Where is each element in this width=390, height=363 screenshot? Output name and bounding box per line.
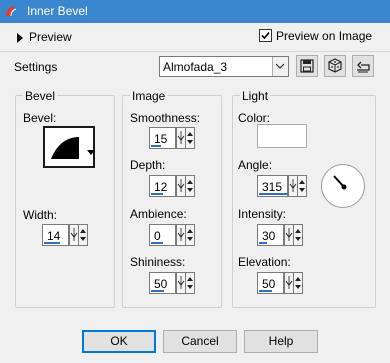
- reset-icon: [357, 61, 370, 73]
- settings-value: Almofada_3: [163, 60, 228, 74]
- slider-icon: [289, 179, 297, 192]
- reset-button[interactable]: [352, 55, 374, 77]
- up-down-arrows-icon: [187, 132, 193, 144]
- shininess-field[interactable]: 50: [149, 272, 176, 294]
- angle-spinner[interactable]: 315: [257, 175, 317, 197]
- width-stepper[interactable]: [78, 224, 88, 246]
- save-icon: [300, 59, 314, 73]
- settings-combo[interactable]: Almofada_3: [159, 56, 289, 77]
- up-down-arrows-icon: [187, 277, 193, 289]
- up-down-arrows-icon: [187, 229, 193, 241]
- ambience-label: Ambience:: [130, 207, 187, 221]
- elevation-spinner[interactable]: 50: [257, 272, 313, 294]
- ok-button[interactable]: OK: [82, 330, 156, 353]
- intensity-stepper[interactable]: [293, 224, 303, 246]
- bevel-label: Bevel:: [23, 111, 57, 125]
- up-down-arrows-icon: [295, 277, 301, 289]
- elevation-label: Elevation:: [238, 255, 291, 269]
- ambience-stepper[interactable]: [185, 224, 195, 246]
- up-down-arrows-icon: [187, 180, 193, 192]
- bevel-dropdown-arrow-icon[interactable]: [87, 145, 95, 159]
- help-button[interactable]: Help: [244, 330, 318, 353]
- slider-icon: [285, 276, 293, 289]
- angle-label: Angle:: [238, 158, 273, 172]
- intensity-spinner[interactable]: 30: [257, 224, 313, 246]
- ambience-spinner[interactable]: 0: [149, 224, 205, 246]
- settings-label: Settings: [14, 60, 58, 74]
- depth-stepper[interactable]: [185, 175, 195, 197]
- smoothness-spinner[interactable]: 15: [149, 127, 205, 149]
- dice-icon: [328, 58, 342, 73]
- depth-value: 12: [154, 180, 168, 194]
- slider-icon: [177, 179, 185, 192]
- bevel-shape-icon: [51, 137, 79, 159]
- angle-field[interactable]: 315: [257, 175, 288, 197]
- angle-stepper[interactable]: [297, 175, 307, 197]
- light-color-swatch[interactable]: [257, 124, 307, 148]
- divider: [0, 51, 390, 52]
- slider-icon: [70, 228, 78, 241]
- shininess-value: 50: [154, 277, 168, 291]
- smoothness-label: Smoothness:: [130, 111, 201, 125]
- preview-label: Preview: [29, 30, 72, 44]
- depth-label: Depth:: [130, 158, 166, 172]
- bevel-group-title: Bevel: [23, 89, 58, 103]
- color-label: Color:: [238, 111, 271, 125]
- checkmark-icon: [261, 31, 270, 40]
- smoothness-field[interactable]: 15: [149, 127, 176, 149]
- shininess-stepper[interactable]: [185, 272, 195, 294]
- image-group-title: Image: [130, 89, 168, 103]
- angle-value: 315: [262, 180, 283, 194]
- intensity-value: 30: [262, 229, 276, 243]
- width-field[interactable]: 14: [42, 224, 69, 246]
- elevation-stepper[interactable]: [293, 272, 303, 294]
- depth-spinner[interactable]: 12: [149, 175, 205, 197]
- up-down-arrows-icon: [295, 229, 301, 241]
- preview-on-image-label[interactable]: Preview on Image: [276, 29, 372, 43]
- ambience-field[interactable]: 0: [149, 224, 176, 246]
- width-label: Width:: [23, 208, 58, 222]
- width-value: 14: [47, 229, 61, 243]
- slider-icon: [177, 131, 185, 144]
- intensity-label: Intensity:: [238, 207, 287, 221]
- window-title: Inner Bevel: [27, 4, 88, 18]
- shininess-spinner[interactable]: 50: [149, 272, 205, 294]
- light-group-title: Light: [240, 89, 271, 103]
- cancel-button[interactable]: Cancel: [163, 330, 237, 353]
- chevron-down-icon[interactable]: [272, 57, 288, 76]
- smoothness-stepper[interactable]: [185, 127, 195, 149]
- smoothness-value: 15: [154, 132, 168, 146]
- save-preset-button[interactable]: [296, 55, 318, 77]
- width-spinner[interactable]: 14: [42, 224, 98, 246]
- shininess-label: Shininess:: [130, 255, 186, 269]
- app-icon: [4, 4, 18, 21]
- random-preset-button[interactable]: [324, 55, 346, 77]
- preview-on-image-checkbox[interactable]: [259, 29, 272, 42]
- up-down-arrows-icon: [80, 229, 86, 241]
- intensity-field[interactable]: 30: [257, 224, 284, 246]
- slider-icon: [177, 228, 185, 241]
- up-down-arrows-icon: [299, 180, 305, 192]
- elevation-value: 50: [262, 277, 276, 291]
- angle-needle-icon: [333, 175, 347, 190]
- slider-icon: [285, 228, 293, 241]
- expand-arrow-icon: [16, 32, 24, 46]
- preview-expander[interactable]: Preview: [14, 30, 84, 46]
- title-bar: Inner Bevel: [0, 0, 390, 23]
- angle-dial[interactable]: [321, 164, 365, 208]
- ambience-value: 0: [154, 229, 161, 243]
- depth-field[interactable]: 12: [149, 175, 176, 197]
- elevation-field[interactable]: 50: [257, 272, 284, 294]
- slider-icon: [177, 276, 185, 289]
